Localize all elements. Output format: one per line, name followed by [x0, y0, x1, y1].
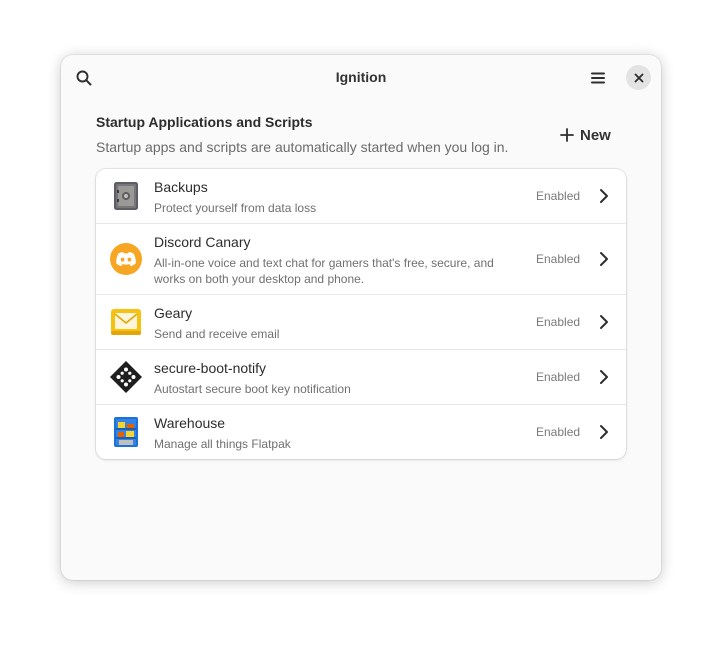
app-name: secure-boot-notify — [154, 360, 267, 376]
main-menu-button[interactable] — [583, 63, 613, 93]
header-bar: Ignition — [61, 55, 661, 101]
close-icon — [634, 73, 643, 82]
plus-icon — [560, 128, 574, 142]
secure-boot-icon — [110, 361, 142, 393]
app-description: Autostart secure boot key notification — [154, 382, 351, 396]
status-label: Enabled — [536, 425, 581, 439]
list-item-discord-canary[interactable]: Discord Canary All-in-one voice and text… — [96, 223, 626, 294]
group-description: Startup apps and scripts are automatical… — [96, 139, 509, 155]
discord-icon — [110, 243, 142, 275]
chevron-right-icon — [600, 189, 608, 203]
status-label: Enabled — [536, 370, 581, 384]
chevron-right-icon — [600, 370, 608, 384]
close-button[interactable] — [626, 65, 651, 90]
status-label: Enabled — [536, 315, 581, 329]
chevron-right-icon — [600, 425, 608, 439]
app-name: Geary — [154, 305, 193, 321]
app-description: All-in-one voice and text chat for gamer… — [154, 256, 494, 286]
app-window: Ignition Startup Applications and Script… — [61, 55, 661, 580]
mail-envelope-icon — [111, 309, 141, 335]
new-button[interactable]: New — [552, 121, 619, 149]
chevron-right-icon — [600, 252, 608, 266]
app-description: Protect yourself from data loss — [154, 201, 317, 215]
startup-app-list: Backups Protect yourself from data loss … — [96, 169, 626, 459]
warehouse-shelves-icon — [114, 417, 138, 447]
app-description: Manage all things Flatpak — [154, 437, 291, 451]
app-name: Warehouse — [154, 415, 226, 431]
app-description: Send and receive email — [154, 327, 280, 341]
list-item-backups[interactable]: Backups Protect yourself from data loss … — [96, 169, 626, 223]
status-label: Enabled — [536, 189, 581, 203]
chevron-right-icon — [600, 315, 608, 329]
hamburger-menu-icon — [591, 72, 605, 84]
app-name: Discord Canary — [154, 234, 251, 250]
new-button-label: New — [580, 126, 611, 144]
group-title: Startup Applications and Scripts — [96, 114, 313, 130]
list-item-geary[interactable]: Geary Send and receive email Enabled — [96, 294, 626, 349]
status-label: Enabled — [536, 252, 581, 266]
safe-icon — [114, 182, 138, 210]
app-name: Backups — [154, 179, 208, 195]
list-item-secure-boot-notify[interactable]: secure-boot-notify Autostart secure boot… — [96, 349, 626, 404]
list-item-warehouse[interactable]: Warehouse Manage all things Flatpak Enab… — [96, 404, 626, 459]
window-title: Ignition — [335, 69, 387, 85]
